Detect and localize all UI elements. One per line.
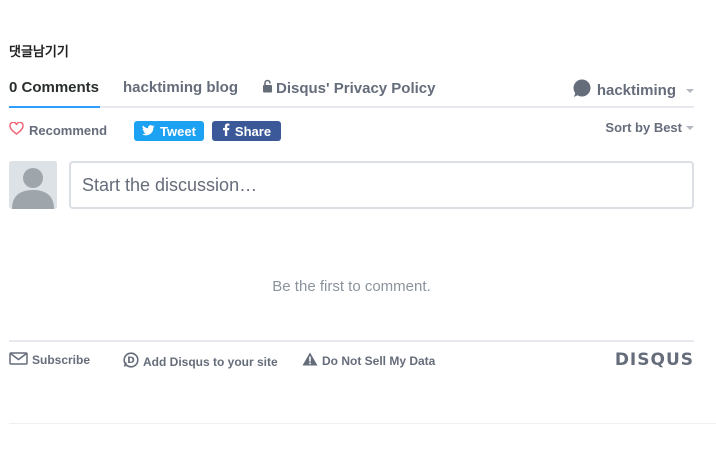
warning-icon: [302, 352, 318, 369]
empty-state-message: Be the first to comment.: [272, 278, 431, 295]
svg-text:D: D: [127, 356, 134, 366]
envelope-icon: [9, 352, 28, 368]
add-disqus-link[interactable]: D Add Disqus to your site: [123, 352, 278, 371]
facebook-icon: [222, 123, 230, 139]
sort-label: Sort by Best: [605, 120, 682, 135]
avatar: [9, 161, 57, 209]
chat-bubble-icon: [572, 79, 591, 102]
do-not-sell-link[interactable]: Do Not Sell My Data: [302, 352, 435, 369]
sort-dropdown[interactable]: Sort by Best: [605, 120, 694, 135]
chevron-down-icon: [686, 88, 694, 93]
share-label: Share: [234, 123, 272, 139]
user-name: hacktiming: [596, 82, 676, 99]
do-not-sell-label: Do Not Sell My Data: [322, 353, 436, 368]
subscribe-link[interactable]: Subscribe: [9, 352, 90, 368]
heart-icon: [9, 121, 24, 138]
lock-icon: [262, 79, 273, 97]
user-menu[interactable]: hacktiming: [572, 79, 694, 102]
disqus-logo[interactable]: DISQUS: [615, 350, 694, 370]
facebook-share-button[interactable]: Share: [212, 121, 281, 141]
chevron-down-icon: [686, 125, 694, 130]
comment-input[interactable]: Start the discussion…: [69, 161, 694, 209]
disqus-d-icon: D: [123, 352, 139, 371]
divider: [9, 423, 716, 424]
tab-comments[interactable]: 0 Comments: [9, 79, 100, 108]
privacy-policy-label: Disqus' Privacy Policy: [276, 79, 436, 97]
twitter-icon: [142, 124, 155, 139]
tweet-button[interactable]: Tweet: [134, 121, 204, 141]
section-heading: 댓글남기기: [9, 45, 69, 60]
tweet-label: Tweet: [160, 123, 196, 139]
avatar-placeholder-icon: [9, 161, 57, 209]
recommend-button[interactable]: Recommend: [9, 121, 108, 138]
add-disqus-label: Add Disqus to your site: [143, 354, 278, 369]
recommend-label: Recommend: [29, 122, 108, 138]
subscribe-label: Subscribe: [32, 353, 91, 367]
disqus-nav: 0 Comments hacktiming blog Disqus' Priva…: [9, 74, 694, 108]
tab-community[interactable]: hacktiming blog: [123, 79, 238, 96]
disqus-footer: Subscribe D Add Disqus to your site Do N…: [9, 340, 694, 372]
thread-actions: Recommend Tweet Share Sort by Best: [9, 120, 694, 142]
tab-privacy-policy[interactable]: Disqus' Privacy Policy: [262, 79, 435, 97]
